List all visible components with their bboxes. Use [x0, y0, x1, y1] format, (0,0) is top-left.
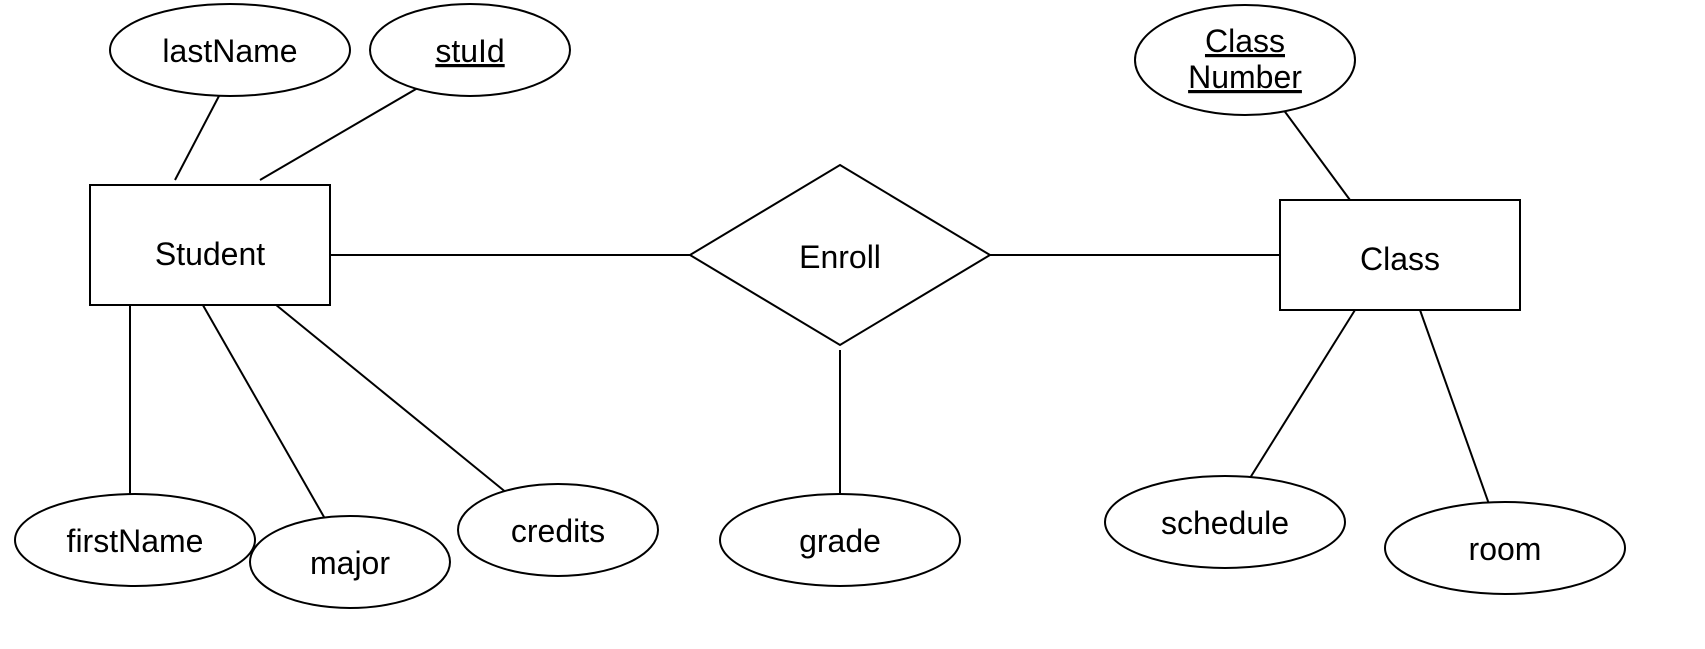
attribute-classnumber-label-1: Class [1205, 23, 1285, 59]
connector [1420, 310, 1500, 535]
attribute-credits-label: credits [511, 513, 605, 549]
attribute-firstname-label: firstName [67, 523, 204, 559]
attribute-classnumber-label-2: Number [1188, 59, 1302, 95]
connector [270, 300, 540, 520]
entity-class-label: Class [1360, 241, 1440, 277]
attribute-major-label: major [310, 545, 390, 581]
attribute-room-label: room [1469, 531, 1542, 567]
relationship-enroll-label: Enroll [799, 239, 881, 275]
attribute-schedule-label: schedule [1161, 505, 1289, 541]
entity-student-label: Student [155, 236, 265, 272]
attribute-stuid-label: stuId [435, 33, 504, 69]
connector [1280, 105, 1350, 200]
attribute-lastname-label: lastName [162, 33, 297, 69]
er-diagram: Student Class Enroll lastName stuId firs… [0, 0, 1705, 649]
attribute-grade-label: grade [799, 523, 881, 559]
